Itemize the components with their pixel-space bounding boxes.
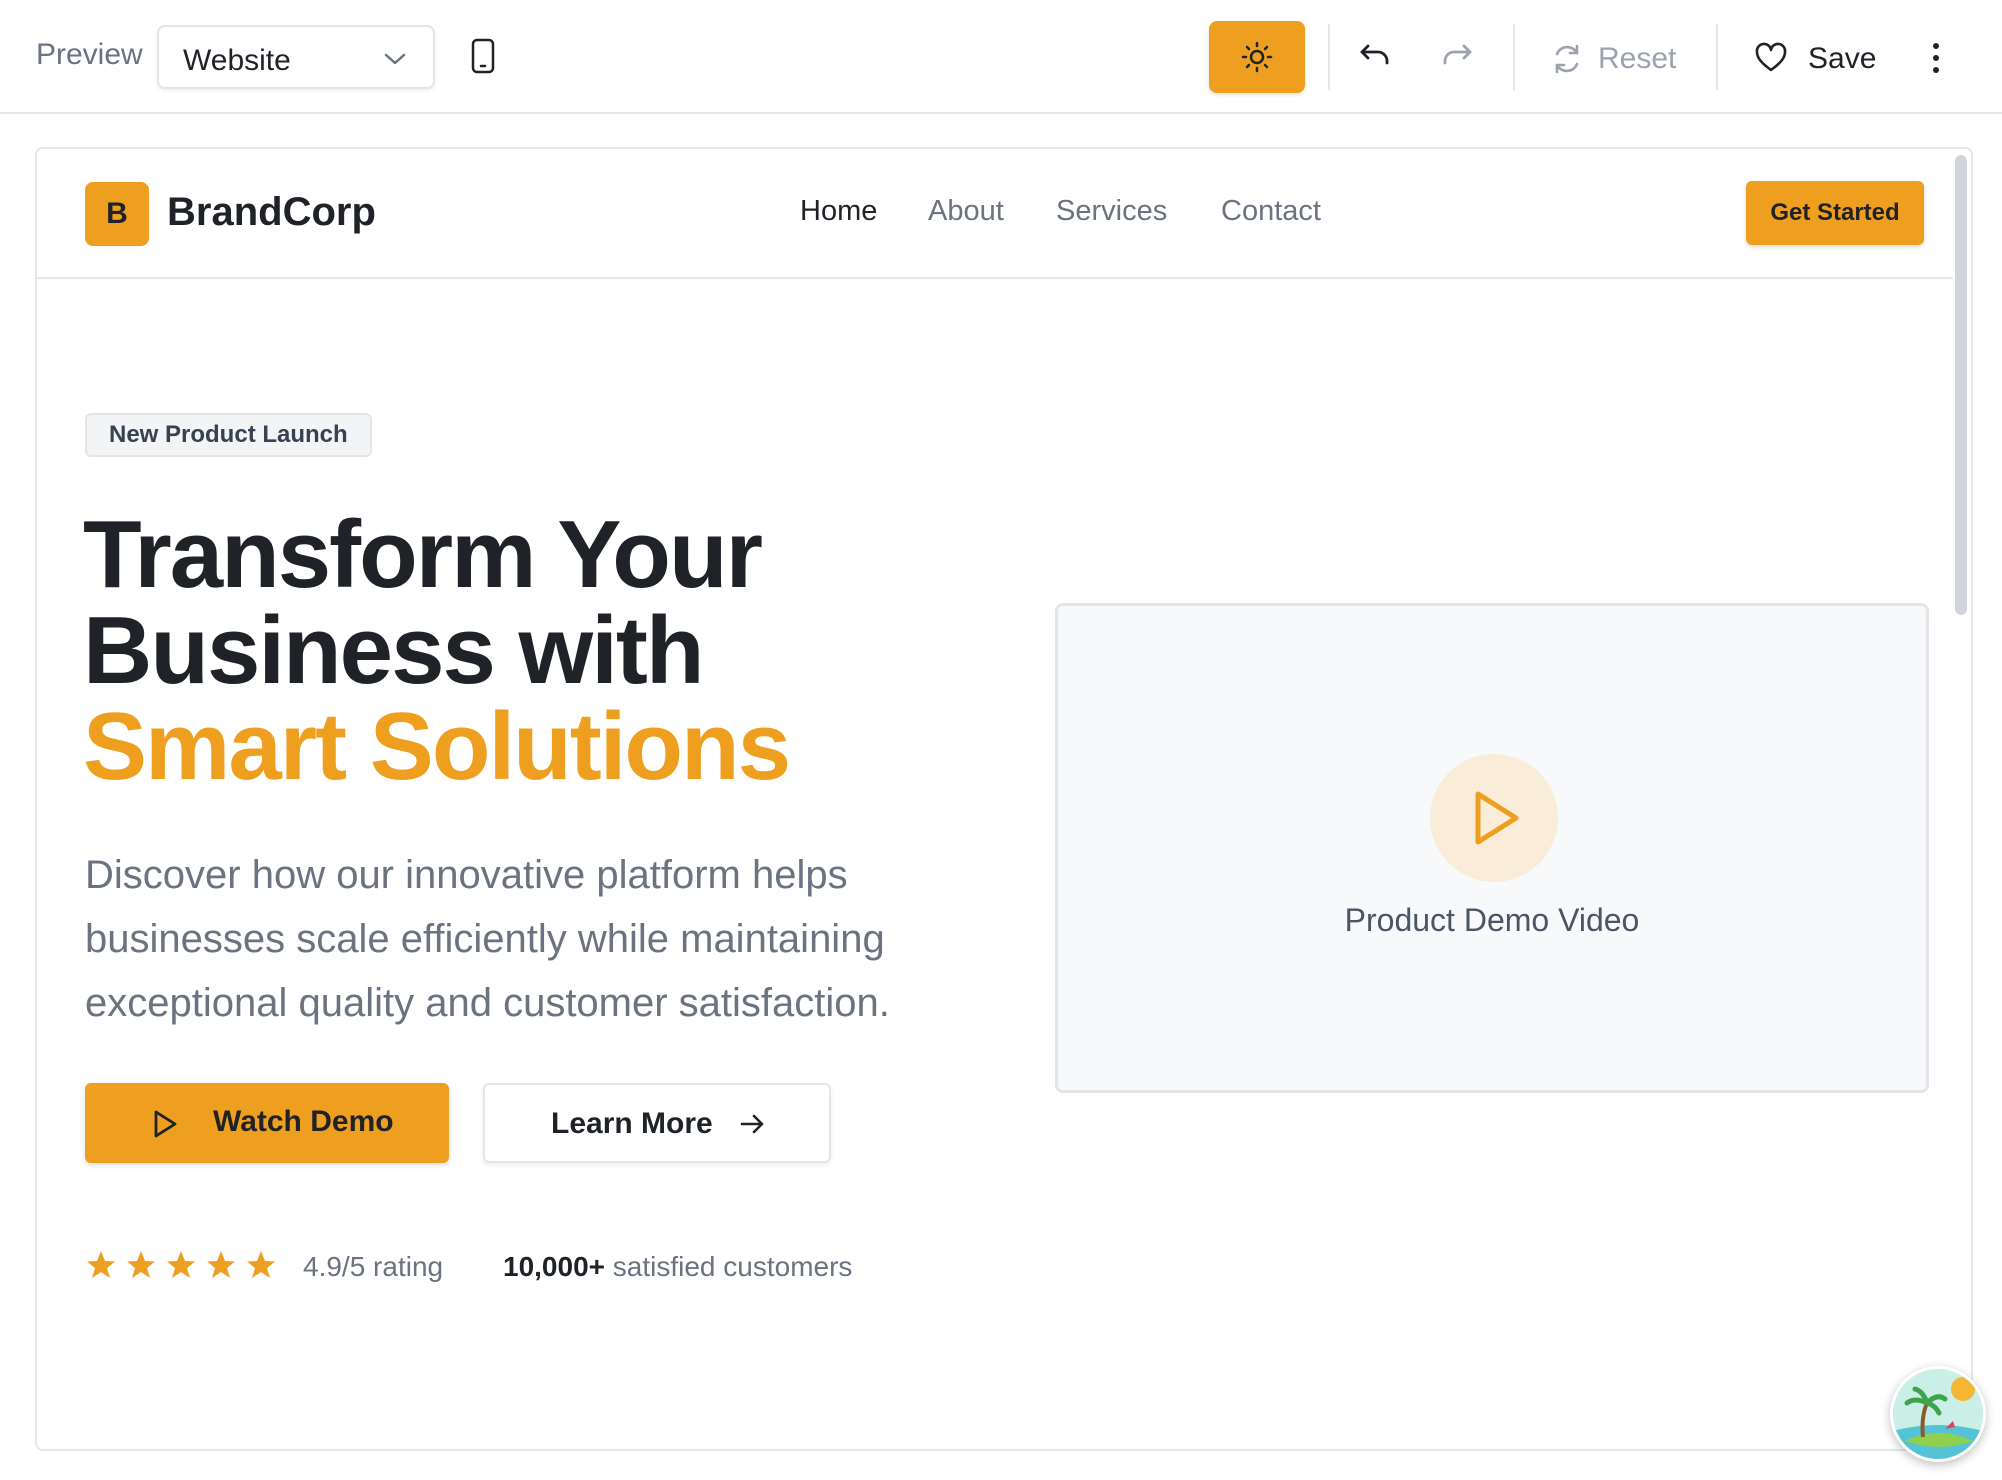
hero-title: Transform Your Business with Smart Solut… [83,501,791,800]
toolbar-divider [1328,24,1330,90]
save-button[interactable]: Save [1754,26,1884,90]
nav-link-home[interactable]: Home [800,195,877,228]
website-preview-frame: B BrandCorp Home About Services Contact … [35,147,1973,1451]
view-select-value: Website [183,44,291,77]
arrow-right-icon [740,1114,764,1134]
learn-more-button[interactable]: Learn More [483,1083,831,1163]
star-icon [247,1251,275,1278]
preview-label: Preview [36,38,143,71]
undo-button[interactable] [1358,40,1392,75]
redo-icon [1443,44,1472,65]
product-demo-video[interactable]: Product Demo Video [1055,603,1929,1093]
watch-demo-button[interactable]: Watch Demo [85,1083,449,1163]
star-icon [87,1251,115,1278]
undo-icon [1360,44,1389,65]
brand-logo[interactable]: B [85,182,149,246]
scrollbar-thumb[interactable] [1955,155,1967,615]
launch-badge: New Product Launch [85,413,372,457]
customers-text: satisfied customers [612,1251,853,1282]
star-icon [167,1251,195,1278]
sun-icon [1241,41,1273,73]
toolbar-divider [1716,24,1718,90]
toolbar-divider [1513,24,1515,90]
chevron-down-icon [384,53,406,65]
nav-link-services[interactable]: Services [1056,195,1167,228]
rating-text: 4.9/5 rating [303,1251,444,1282]
hero-title-line-2: Business with [83,597,704,704]
watch-demo-label: Watch Demo [213,1105,394,1138]
hero-title-line-1: Transform Your [83,501,763,608]
video-label: Product Demo Video [1344,902,1640,938]
theme-toggle-button[interactable] [1209,21,1305,93]
mobile-device-icon [471,38,495,74]
beach-island-icon [1893,1369,1983,1459]
refresh-icon [1555,44,1579,74]
nav-link-about[interactable]: About [928,195,1004,228]
hero-description: Discover how our innovative platform hel… [85,853,890,1025]
reset-button[interactable]: Reset [1550,26,1690,90]
mobile-device-button[interactable] [470,38,496,79]
star-icon [127,1251,155,1278]
video-play-button[interactable] [1430,754,1558,882]
nav-link-contact[interactable]: Contact [1221,195,1321,228]
assistant-avatar[interactable] [1890,1366,1986,1462]
heart-icon [1755,42,1787,72]
view-select[interactable]: Website [157,25,435,89]
learn-more-label: Learn More [551,1107,713,1140]
more-options-button[interactable] [1924,38,1948,78]
customers-stat: 10,000+ satisfied customers [503,1251,852,1283]
site-navbar: B BrandCorp Home About Services Contact … [37,149,1955,279]
play-icon [154,1110,177,1138]
preview-scrollbar[interactable] [1953,149,1971,1449]
brand-name[interactable]: BrandCorp [167,190,376,235]
save-label: Save [1808,42,1877,75]
vertical-ellipsis-icon [1933,43,1939,73]
customers-count: 10,000+ [503,1251,605,1282]
hero-title-accent: Smart Solutions [83,693,791,800]
star-icon [207,1251,235,1278]
editor-toolbar: Preview Website Reset Save [0,0,2002,114]
reset-label: Reset [1598,42,1677,75]
play-icon [1475,791,1519,845]
get-started-button[interactable]: Get Started [1746,181,1924,245]
redo-button[interactable] [1440,40,1474,75]
